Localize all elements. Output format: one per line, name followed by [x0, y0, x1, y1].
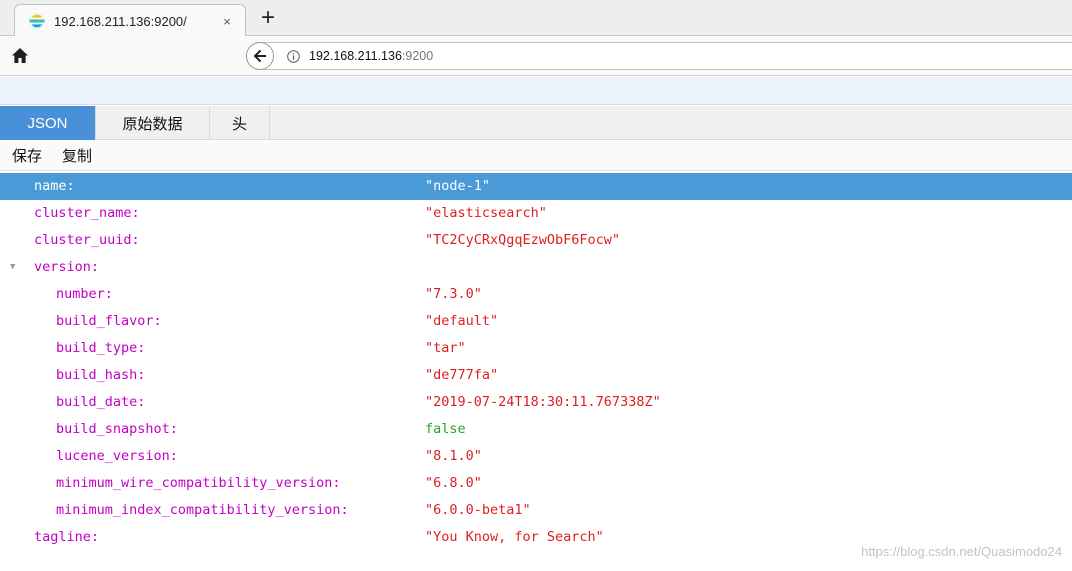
- tab-raw-data[interactable]: 原始数据: [96, 106, 210, 140]
- browser-tab-strip: 192.168.211.136:9200/ × +: [0, 0, 1072, 37]
- json-key: build_type:: [56, 340, 146, 356]
- json-row-build-flavor[interactable]: build_flavor: "default": [0, 308, 1072, 335]
- json-value: "6.0.0-beta1": [425, 502, 531, 518]
- json-key: minimum_wire_compatibility_version:: [56, 475, 341, 491]
- json-key: build_date:: [56, 394, 146, 410]
- json-key: number:: [56, 286, 113, 302]
- json-key: version:: [34, 259, 100, 275]
- json-key: build_flavor:: [56, 313, 162, 329]
- json-key: cluster_uuid:: [34, 232, 140, 248]
- json-value: "elasticsearch": [425, 205, 547, 221]
- json-tree: name: "node-1" cluster_name: "elasticsea…: [0, 173, 1072, 551]
- tab-title: 192.168.211.136:9200/: [54, 13, 187, 29]
- json-value: "7.3.0": [425, 286, 482, 302]
- json-row-build-hash[interactable]: build_hash: "de777fa": [0, 362, 1072, 389]
- json-row-cluster-name[interactable]: cluster_name: "elasticsearch": [0, 200, 1072, 227]
- tab-json[interactable]: JSON: [0, 106, 96, 140]
- json-value: "TC2CyCRxQgqEzwObF6Focw": [425, 232, 621, 248]
- tab-headers[interactable]: 头: [210, 106, 270, 140]
- elasticsearch-favicon-icon: [29, 13, 45, 29]
- bookmarks-toolbar: [0, 77, 1072, 105]
- json-key: name:: [34, 178, 75, 194]
- json-key: lucene_version:: [56, 448, 178, 464]
- json-row-name[interactable]: name: "node-1": [0, 173, 1072, 200]
- json-row-minimum-index-compatibility-version[interactable]: minimum_index_compatibility_version: "6.…: [0, 497, 1072, 524]
- json-row-cluster-uuid[interactable]: cluster_uuid: "TC2CyCRxQgqEzwObF6Focw": [0, 227, 1072, 254]
- url-port: :9200: [401, 49, 434, 63]
- json-row-number[interactable]: number: "7.3.0": [0, 281, 1072, 308]
- json-actions-bar: 保存 复制: [0, 141, 1072, 171]
- copy-button[interactable]: 复制: [62, 146, 92, 167]
- json-value: "node-1": [425, 178, 491, 194]
- browser-tab[interactable]: 192.168.211.136:9200/ ×: [14, 4, 246, 37]
- json-row-lucene-version[interactable]: lucene_version: "8.1.0": [0, 443, 1072, 470]
- json-row-build-date[interactable]: build_date: "2019-07-24T18:30:11.767338Z…: [0, 389, 1072, 416]
- json-key: build_snapshot:: [56, 421, 178, 437]
- json-value: "8.1.0": [425, 448, 482, 464]
- url-text: 192.168.211.136:9200: [309, 49, 433, 63]
- watermark: https://blog.csdn.net/Quasimodo24: [861, 544, 1062, 559]
- json-row-build-type[interactable]: build_type: "tar": [0, 335, 1072, 362]
- back-arrow-icon: [253, 49, 266, 63]
- json-row-version[interactable]: ▼ version:: [0, 254, 1072, 281]
- json-key: cluster_name:: [34, 205, 140, 221]
- address-bar[interactable]: 192.168.211.136:9200: [246, 42, 1072, 70]
- home-icon[interactable]: [10, 46, 30, 66]
- tab-close-icon[interactable]: ×: [219, 14, 235, 29]
- json-value: false: [425, 421, 466, 437]
- json-key: minimum_index_compatibility_version:: [56, 502, 349, 518]
- json-value: "tar": [425, 340, 466, 356]
- json-value: "2019-07-24T18:30:11.767338Z": [425, 394, 661, 410]
- new-tab-button[interactable]: +: [254, 6, 282, 32]
- json-value: "You Know, for Search": [425, 529, 604, 545]
- json-viewer-tabs: JSON 原始数据 头: [0, 106, 1072, 140]
- json-value: "de777fa": [425, 367, 499, 383]
- json-key: build_hash:: [56, 367, 146, 383]
- navigation-bar: 192.168.211.136:9200: [0, 36, 1072, 76]
- save-button[interactable]: 保存: [12, 146, 42, 167]
- json-row-build-snapshot[interactable]: build_snapshot: false: [0, 416, 1072, 443]
- json-value: "default": [425, 313, 499, 329]
- json-value: "6.8.0": [425, 475, 482, 491]
- triangle-down-icon[interactable]: ▼: [10, 254, 15, 281]
- url-host: 192.168.211.136: [309, 49, 402, 63]
- back-button[interactable]: [246, 42, 274, 70]
- json-key: tagline:: [34, 529, 100, 545]
- json-row-minimum-wire-compatibility-version[interactable]: minimum_wire_compatibility_version: "6.8…: [0, 470, 1072, 497]
- info-icon[interactable]: [287, 50, 300, 63]
